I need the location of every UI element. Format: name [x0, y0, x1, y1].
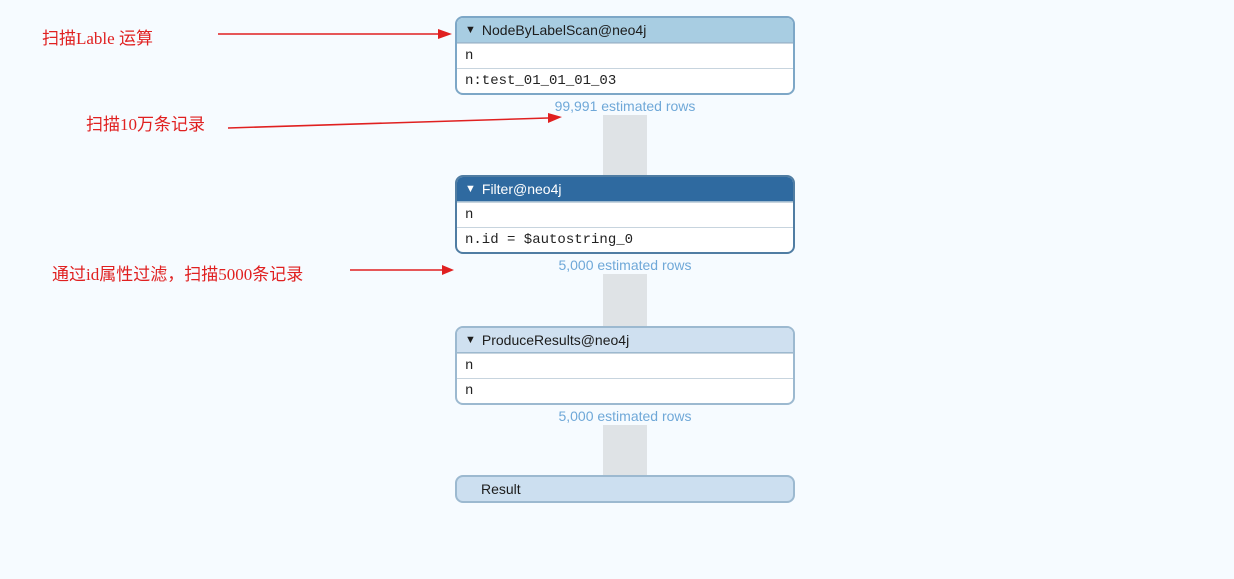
- estimated-rows-label: 5,000 estimated rows: [455, 405, 795, 425]
- plan-row-var: n: [457, 353, 793, 378]
- query-plan-column: ▼ NodeByLabelScan@neo4j n n:test_01_01_0…: [455, 16, 795, 503]
- plan-box-filter: ▼ Filter@neo4j n n.id = $autostring_0: [455, 175, 795, 254]
- plan-connector: [603, 274, 647, 326]
- plan-box-node-scan: ▼ NodeByLabelScan@neo4j n n:test_01_01_0…: [455, 16, 795, 95]
- plan-connector: [603, 115, 647, 175]
- plan-title-produce: ProduceResults@neo4j: [482, 332, 629, 348]
- plan-row-var: n: [457, 202, 793, 227]
- plan-row-detail: n:test_01_01_01_03: [457, 68, 793, 93]
- plan-row-var: n: [457, 378, 793, 403]
- caret-down-icon: ▼: [465, 334, 476, 346]
- caret-down-icon: ▼: [465, 183, 476, 195]
- caret-down-icon: ▼: [465, 24, 476, 36]
- plan-row-detail: n.id = $autostring_0: [457, 227, 793, 252]
- plan-title-filter: Filter@neo4j: [482, 181, 562, 197]
- plan-header-node-scan[interactable]: ▼ NodeByLabelScan@neo4j: [457, 18, 793, 43]
- estimated-rows-label: 5,000 estimated rows: [455, 254, 795, 274]
- estimated-rows-label: 99,991 estimated rows: [455, 95, 795, 115]
- plan-row-var: n: [457, 43, 793, 68]
- arrow-to-filter-row: [350, 264, 460, 280]
- plan-title-node-scan: NodeByLabelScan@neo4j: [482, 22, 646, 38]
- arrow-to-scan-box: [218, 26, 458, 46]
- plan-result-box: Result: [455, 475, 795, 503]
- annotation-filter-id: 通过id属性过滤，扫描5000条记录: [52, 260, 303, 285]
- plan-result-label: Result: [481, 481, 521, 497]
- annotation-scan-label: 扫描Lable 运算: [42, 24, 153, 49]
- plan-header-produce[interactable]: ▼ ProduceResults@neo4j: [457, 328, 793, 353]
- annotation-scan-rows: 扫描10万条记录: [86, 110, 205, 135]
- plan-connector: [603, 425, 647, 475]
- plan-box-produce: ▼ ProduceResults@neo4j n n: [455, 326, 795, 405]
- plan-header-filter[interactable]: ▼ Filter@neo4j: [457, 177, 793, 202]
